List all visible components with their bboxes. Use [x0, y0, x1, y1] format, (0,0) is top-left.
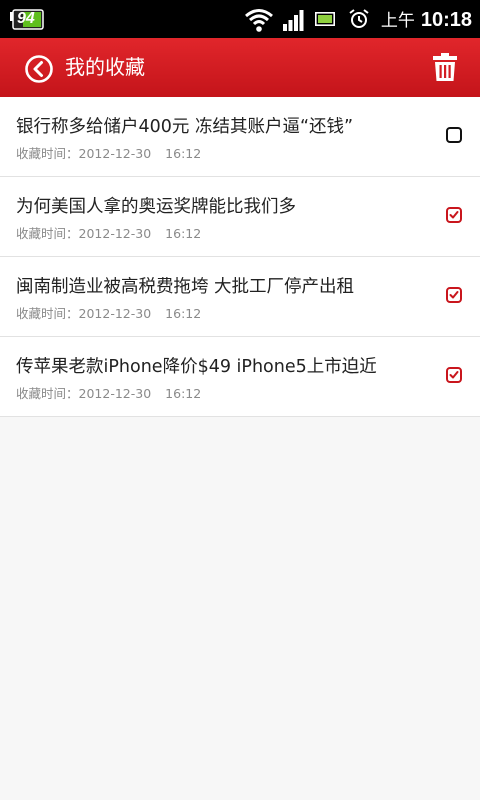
wifi-icon [245, 9, 273, 32]
meta-time: 16:12 [165, 146, 202, 161]
time-value: 10:18 [420, 9, 472, 31]
meta-time: 16:12 [165, 226, 202, 241]
delete-button[interactable] [432, 52, 458, 82]
meta-time: 16:12 [165, 306, 202, 321]
item-meta: 收藏时间：2012-12-30 16:12 [16, 143, 201, 162]
page-title: 我的收藏 [65, 55, 145, 79]
checkmark-icon [449, 211, 459, 219]
select-checkbox[interactable] [446, 287, 462, 303]
meta-label: 收藏时间： [16, 386, 79, 401]
battery-level-text: 94 [17, 10, 35, 27]
meta-label: 收藏时间： [16, 146, 79, 161]
status-bar: 94 上午 10:18 [0, 0, 480, 38]
list-item[interactable]: 闽南制造业被高税费拖垮 大批工厂停产出租 收藏时间：2012-12-30 16:1… [0, 257, 480, 337]
meta-label: 收藏时间： [16, 306, 79, 321]
select-checkbox[interactable] [446, 367, 462, 383]
trash-icon [433, 53, 457, 81]
meta-time: 16:12 [165, 386, 202, 401]
battery-icon [315, 12, 335, 26]
item-title: 为何美国人拿的奥运奖牌能比我们多 [16, 197, 296, 217]
list-item[interactable]: 传苹果老款iPhone降价$49 iPhone5上市迫近 收藏时间：2012-1… [0, 337, 480, 417]
time-period: 上午 [380, 11, 415, 30]
meta-date: 2012-12-30 [78, 386, 152, 401]
checkmark-icon [449, 371, 459, 379]
select-checkbox[interactable] [446, 127, 462, 143]
back-button[interactable] [24, 54, 54, 84]
item-meta: 收藏时间：2012-12-30 16:12 [16, 223, 201, 242]
app-header: 我的收藏 [0, 38, 480, 97]
battery-charging-icon: 94 [9, 9, 45, 30]
item-title: 传苹果老款iPhone降价$49 iPhone5上市迫近 [16, 357, 377, 377]
checkmark-icon [449, 291, 459, 299]
back-icon [25, 55, 53, 83]
item-meta: 收藏时间：2012-12-30 16:12 [16, 303, 201, 322]
alarm-icon [349, 9, 369, 28]
status-time: 上午 10:18 [381, 6, 472, 32]
meta-label: 收藏时间： [16, 226, 79, 241]
meta-date: 2012-12-30 [78, 306, 152, 321]
select-checkbox[interactable] [446, 207, 462, 223]
meta-date: 2012-12-30 [78, 146, 152, 161]
item-meta: 收藏时间：2012-12-30 16:12 [16, 383, 201, 402]
item-title: 闽南制造业被高税费拖垮 大批工厂停产出租 [16, 277, 355, 297]
meta-date: 2012-12-30 [78, 226, 152, 241]
list-item[interactable]: 银行称多给储户400元 冻结其账户逼“还钱” 收藏时间：2012-12-30 16… [0, 97, 480, 177]
signal-icon [283, 10, 304, 31]
list-item[interactable]: 为何美国人拿的奥运奖牌能比我们多 收藏时间：2012-12-30 16:12 [0, 177, 480, 257]
favorites-list: 银行称多给储户400元 冻结其账户逼“还钱” 收藏时间：2012-12-30 16… [0, 97, 480, 417]
item-title: 银行称多给储户400元 冻结其账户逼“还钱” [16, 117, 354, 137]
